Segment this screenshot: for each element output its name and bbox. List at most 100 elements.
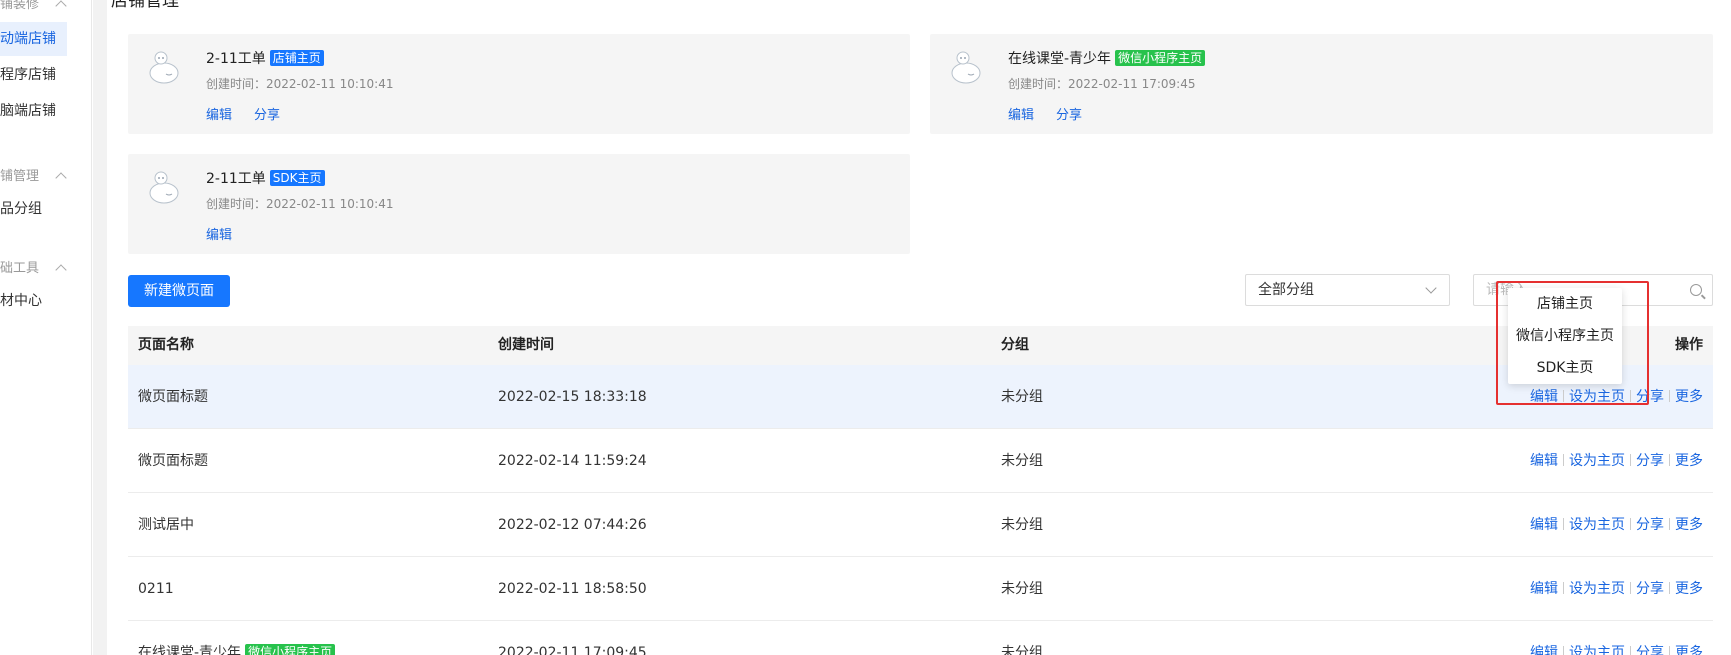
card-share-link[interactable]: 分享 [254, 108, 280, 123]
card-title: 在线课堂-青少年 微信小程序主页 [1008, 48, 1206, 68]
row-share-link[interactable]: 分享 [1636, 453, 1664, 469]
sidebar-item-product-groups[interactable]: 品分组 [0, 192, 42, 226]
row-more-link[interactable]: 更多 [1675, 453, 1703, 469]
card-title: 2-11工单 SDK主页 [206, 168, 325, 188]
app-root: 铺装修 动端店铺 程序店铺 脑端店铺 铺管理 品分组 础工具 材中心 店铺管理 [0, 0, 1731, 655]
sidebar-group-label: 铺装修 [0, 0, 40, 12]
row-more-link[interactable]: 更多 [1675, 517, 1703, 533]
column-header-name: 页面名称 [138, 337, 194, 353]
card-share-link[interactable]: 分享 [1056, 108, 1082, 123]
created-time-value: 2022-02-11 10:10:41 [266, 197, 394, 211]
table-row: 在线课堂-青少年 微信小程序主页 2022-02-11 17:09:45 未分组 … [128, 621, 1713, 655]
row-created: 2022-02-11 17:09:45 [498, 645, 647, 655]
row-actions: 编辑 设为主页 分享 更多 [1530, 493, 1703, 557]
card-edit-link[interactable]: 编辑 [206, 228, 232, 243]
card-edit-link[interactable]: 编辑 [1008, 108, 1034, 123]
card-tag: 店铺主页 [269, 50, 324, 66]
sidebar: 铺装修 动端店铺 程序店铺 脑端店铺 铺管理 品分组 础工具 材中心 [0, 0, 92, 655]
row-set-homepage-link[interactable]: 设为主页 [1569, 453, 1625, 469]
chevron-up-icon [55, 172, 67, 184]
divider [1630, 518, 1631, 530]
row-edit-link[interactable]: 编辑 [1530, 389, 1558, 405]
card-title: 2-11工单 店铺主页 [206, 48, 324, 68]
sidebar-item-material-center[interactable]: 材中心 [0, 284, 42, 318]
divider [1563, 646, 1564, 655]
row-edit-link[interactable]: 编辑 [1530, 645, 1558, 655]
sidebar-group-decoration[interactable]: 铺装修 [0, 0, 67, 12]
homepage-card-sdk: 2-11工单 SDK主页 创建时间：2022-02-11 10:10:41 编辑 [128, 154, 910, 254]
search-icon[interactable] [1690, 284, 1702, 296]
row-edit-link[interactable]: 编辑 [1530, 517, 1558, 533]
sidebar-item-mobile-store[interactable]: 动端店铺 [0, 22, 67, 56]
row-actions: 编辑 设为主页 分享 更多 [1530, 621, 1703, 655]
card-actions: 编辑 [206, 224, 254, 243]
divider [1630, 646, 1631, 655]
sidebar-item-label: 材中心 [0, 293, 42, 309]
row-name: 微页面标题 [138, 389, 208, 405]
row-more-link[interactable]: 更多 [1675, 645, 1703, 655]
new-micro-page-button[interactable]: 新建微页面 [128, 275, 230, 307]
created-time-label: 创建时间： [1008, 77, 1069, 91]
robot-avatar-icon [149, 51, 179, 84]
homepage-card-wechat: 在线课堂-青少年 微信小程序主页 创建时间：2022-02-11 17:09:45… [930, 34, 1713, 134]
row-share-link[interactable]: 分享 [1636, 517, 1664, 533]
sidebar-group-label: 铺管理 [0, 169, 40, 184]
dropdown-item-sdk-homepage[interactable]: SDK主页 [1508, 352, 1622, 384]
divider [1669, 454, 1670, 466]
row-set-homepage-link[interactable]: 设为主页 [1569, 645, 1625, 655]
divider [1669, 646, 1670, 655]
row-set-homepage-link[interactable]: 设为主页 [1569, 581, 1625, 597]
divider [1563, 582, 1564, 594]
row-more-link[interactable]: 更多 [1675, 581, 1703, 597]
divider [1630, 390, 1631, 402]
divider [1669, 582, 1670, 594]
row-name: 微页面标题 [138, 453, 208, 469]
sidebar-item-label: 程序店铺 [0, 67, 56, 83]
card-created-time: 创建时间：2022-02-11 17:09:45 [1008, 75, 1195, 92]
robot-avatar-icon [149, 171, 179, 204]
layout-gutter [93, 0, 107, 655]
sidebar-group-basic-tools[interactable]: 础工具 [0, 257, 67, 276]
page-title: 店铺管理 [111, 0, 179, 11]
sidebar-item-label: 动端店铺 [0, 31, 56, 47]
row-edit-link[interactable]: 编辑 [1530, 453, 1558, 469]
divider [1630, 454, 1631, 466]
row-share-link[interactable]: 分享 [1636, 389, 1664, 405]
sidebar-group-store-management[interactable]: 铺管理 [0, 165, 67, 184]
chevron-down-icon [1425, 282, 1437, 294]
card-created-time: 创建时间：2022-02-11 10:10:41 [206, 195, 393, 212]
sidebar-item-miniprogram-store[interactable]: 程序店铺 [0, 58, 56, 92]
table-row: 微页面标题 2022-02-14 11:59:24 未分组 编辑 设为主页 分享 更多 [128, 429, 1713, 493]
row-share-link[interactable]: 分享 [1636, 581, 1664, 597]
card-edit-link[interactable]: 编辑 [206, 108, 232, 123]
row-group: 未分组 [1001, 645, 1043, 655]
chevron-up-icon [55, 0, 67, 12]
row-edit-link[interactable]: 编辑 [1530, 581, 1558, 597]
created-time-value: 2022-02-11 17:09:45 [1068, 77, 1196, 91]
dropdown-item-store-homepage[interactable]: 店铺主页 [1508, 288, 1622, 320]
dropdown-item-wechat-homepage[interactable]: 微信小程序主页 [1508, 320, 1622, 352]
column-header-actions: 操作 [1675, 337, 1703, 353]
group-select-value: 全部分组 [1258, 282, 1314, 298]
row-created: 2022-02-14 11:59:24 [498, 453, 647, 469]
sidebar-item-pc-store[interactable]: 脑端店铺 [0, 94, 56, 128]
row-name: 在线课堂-青少年 微信小程序主页 [138, 621, 336, 655]
row-group: 未分组 [1001, 517, 1043, 533]
card-title-text: 2-11工单 [206, 171, 266, 187]
divider [1563, 518, 1564, 530]
row-set-homepage-link[interactable]: 设为主页 [1569, 517, 1625, 533]
divider [1563, 390, 1564, 402]
sidebar-item-label: 脑端店铺 [0, 103, 56, 119]
row-actions: 编辑 设为主页 分享 更多 [1530, 429, 1703, 493]
group-select[interactable]: 全部分组 [1245, 274, 1450, 306]
homepage-card-store: 2-11工单 店铺主页 创建时间：2022-02-11 10:10:41 编辑 分享 [128, 34, 910, 134]
row-more-link[interactable]: 更多 [1675, 389, 1703, 405]
row-name: 测试居中 [138, 517, 194, 533]
card-title-text: 在线课堂-青少年 [1008, 51, 1112, 67]
sidebar-group-label: 础工具 [0, 261, 40, 276]
row-share-link[interactable]: 分享 [1636, 645, 1664, 655]
column-header-group: 分组 [1001, 337, 1029, 353]
row-group: 未分组 [1001, 453, 1043, 469]
row-set-homepage-link[interactable]: 设为主页 [1569, 389, 1625, 405]
table-header: 页面名称 创建时间 分组 操作 [128, 326, 1713, 365]
